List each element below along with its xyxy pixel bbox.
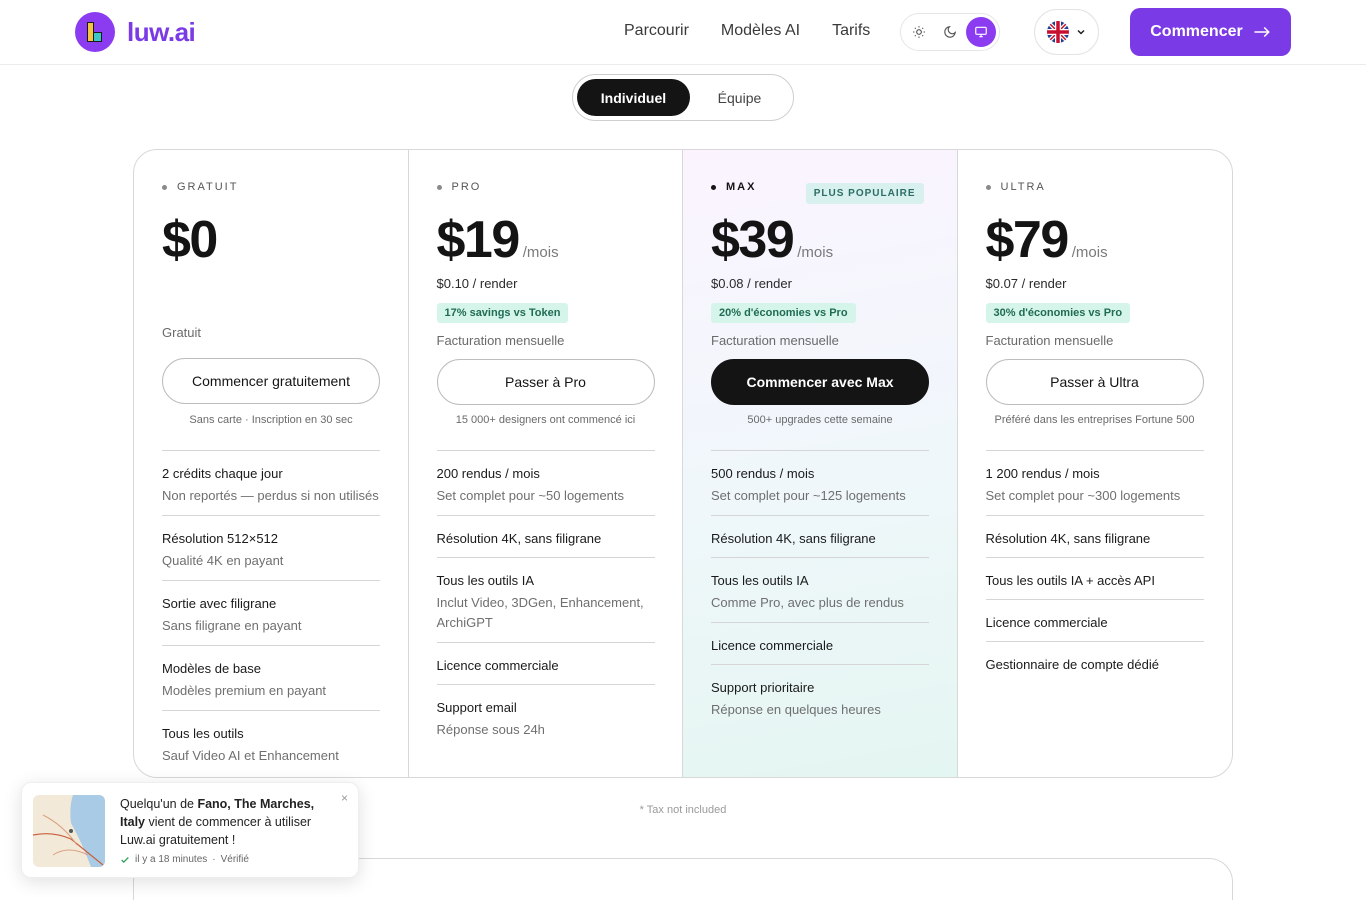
start-free-button[interactable]: Commencer gratuitement (162, 358, 380, 404)
toast-meta: il y a 18 minutes · Vérifié (120, 854, 249, 865)
arrow-right-icon (1254, 26, 1270, 38)
plan-period: /mois (1071, 244, 1108, 261)
plan-card-free: GRATUIT $0 Gratuit Commencer gratuitemen… (134, 150, 409, 777)
plan-billing: Facturation mensuelle (711, 333, 839, 348)
feature-item: Résolution 4K, sans filigrane (711, 516, 929, 558)
plan-subnote: 15 000+ designers ont commencé ici (455, 414, 636, 426)
signup-toast: Quelqu'un de Fano, The Marches, Italy vi… (21, 782, 359, 878)
nav-item-tarifs[interactable]: Tarifs (832, 22, 870, 40)
logo-text: luw.ai (127, 16, 196, 47)
plan-type-toggle: Individuel Équipe (572, 74, 794, 121)
plan-price: $39 (711, 211, 795, 269)
plan-card-max: MAX PLUS POPULAIRE $39/mois $0.08 / rend… (683, 150, 958, 777)
feature-item: Résolution 512×512 Qualité 4K en payant (162, 516, 380, 581)
sun-icon (913, 26, 926, 38)
chevron-down-icon (1076, 29, 1085, 35)
tier-label: PRO (436, 181, 655, 193)
feature-item: Tous les outils IA Inclut Video, 3DGen, E… (436, 558, 655, 643)
feature-item: 500 rendus / mois Set complet pour ~125 l… (711, 451, 929, 516)
feature-item: Licence commerciale (711, 623, 929, 665)
plan-render-price: $0.08 / render (711, 276, 792, 291)
most-popular-badge: PLUS POPULAIRE (805, 183, 924, 204)
feature-list: 1 200 rendus / mois Set complet pour ~300… (985, 450, 1204, 683)
toast-time: il y a 18 minutes (135, 854, 208, 865)
feature-item: 2 crédits chaque jour Non reportés — perd… (162, 451, 380, 516)
monitor-icon (974, 26, 987, 38)
savings-badge: 17% savings vs Token (436, 303, 569, 323)
tier-label: ULTRA (985, 181, 1205, 193)
toast-verified: Vérifié (220, 854, 249, 865)
feature-item: Résolution 4K, sans filigrane (985, 516, 1204, 558)
plan-period: /mois (797, 244, 834, 261)
plan-price: $19 (436, 211, 521, 269)
plan-card-pro: PRO $19/mois $0.10 / render 17% savings … (409, 150, 683, 777)
plan-subnote: Préféré dans les entreprises Fortune 500 (994, 414, 1195, 426)
feature-item: 200 rendus / mois Set complet pour ~50 lo… (436, 451, 655, 516)
feature-item: Modèles de base Modèles premium en payant (162, 646, 380, 711)
plan-subnote: 500+ upgrades cette semaine (747, 414, 893, 426)
toggle-team[interactable]: Équipe (690, 79, 789, 116)
feature-list: 500 rendus / mois Set complet pour ~125 l… (711, 450, 929, 729)
uk-flag-icon (1046, 21, 1069, 43)
toast-separator: · (212, 854, 216, 865)
feature-item: Licence commerciale (436, 643, 655, 685)
feature-item: Support email Réponse sous 24h (436, 700, 545, 737)
plan-render-price: $0.07 / render (985, 276, 1067, 291)
plan-price: $79 (985, 211, 1070, 269)
plan-subnote: Sans carte · Inscription en 30 sec (189, 414, 353, 426)
feature-item: Gestionnaire de compte dédié (985, 657, 1159, 672)
feature-list: 200 rendus / mois Set complet pour ~50 lo… (436, 450, 655, 749)
upgrade-ultra-button[interactable]: Passer à Ultra (985, 359, 1204, 405)
toggle-individual[interactable]: Individuel (577, 79, 690, 116)
plan-render-price: $0.10 / render (436, 276, 518, 291)
logo-mark-icon (75, 12, 115, 52)
start-max-button[interactable]: Commencer avec Max (711, 359, 929, 405)
plan-period: /mois (522, 244, 559, 261)
feature-item: Support prioritaire Réponse en quelques h… (711, 680, 881, 717)
check-icon (121, 856, 129, 863)
toast-message: Quelqu'un de Fano, The Marches, Italy vi… (120, 797, 315, 847)
feature-item: Licence commerciale (985, 600, 1204, 642)
light-theme-button[interactable] (904, 17, 934, 47)
upgrade-pro-button[interactable]: Passer à Pro (436, 359, 655, 405)
savings-badge: 20% d'économies vs Pro (711, 303, 856, 323)
tier-label: GRATUIT (162, 181, 380, 193)
plan-billing: Gratuit (162, 325, 202, 340)
feature-item: Résolution 4K, sans filigrane (436, 516, 655, 558)
feature-item: Sortie avec filigrane Sans filigrane en p… (162, 581, 380, 646)
system-theme-button[interactable] (965, 17, 996, 47)
dark-theme-button[interactable] (935, 17, 965, 47)
plan-billing: Facturation mensuelle (985, 333, 1114, 348)
feature-item: Tous les outils Sauf Video AI et Enhancem… (162, 726, 339, 763)
nav-item-parcourir[interactable]: Parcourir (624, 22, 689, 40)
plan-card-ultra: ULTRA $79/mois $0.07 / render 30% d'écon… (958, 150, 1233, 777)
start-button-label: Commencer (1150, 23, 1243, 40)
nav-item-modeles-ai[interactable]: Modèles AI (721, 22, 800, 40)
logo[interactable]: luw.ai (75, 12, 196, 52)
start-button[interactable]: Commencer (1130, 8, 1291, 56)
main-nav: Parcourir Modèles AI Tarifs (624, 22, 870, 40)
savings-badge: 30% d'économies vs Pro (985, 303, 1131, 323)
plan-price: $0 (162, 211, 218, 269)
site-header: luw.ai Parcourir Modèles AI Tarifs Comme… (0, 0, 1366, 65)
pricing-grid: GRATUIT $0 Gratuit Commencer gratuitemen… (133, 149, 1233, 778)
plan-billing: Facturation mensuelle (436, 333, 565, 348)
feature-item: Tous les outils IA + accès API (985, 558, 1204, 600)
map-thumbnail (33, 795, 105, 867)
language-selector[interactable] (1034, 9, 1099, 55)
close-icon[interactable]: × (341, 791, 348, 805)
theme-switch (900, 13, 1000, 51)
moon-icon (944, 25, 957, 38)
feature-item: Tous les outils IA Comme Pro, avec plus d… (711, 558, 929, 623)
feature-item: 1 200 rendus / mois Set complet pour ~300… (985, 451, 1204, 516)
feature-list: 2 crédits chaque jour Non reportés — perd… (162, 450, 380, 775)
